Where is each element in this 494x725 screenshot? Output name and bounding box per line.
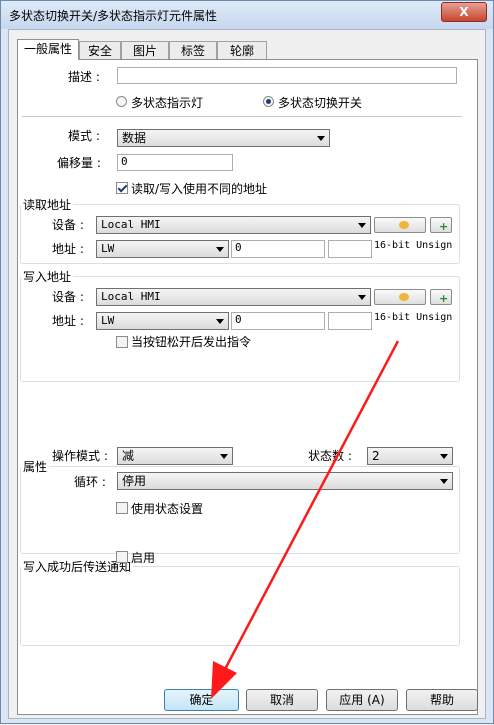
dialog-window: 多状态切换开关/多状态指示灯元件属性 X 一般属性 安全 图片 标签 轮廓 描述… [0, 0, 494, 724]
annotation-arrow [211, 340, 400, 699]
arrow-head-icon [211, 661, 237, 699]
tab-general[interactable]: 一般属性 [17, 39, 79, 60]
arrow-shaft [221, 340, 400, 674]
